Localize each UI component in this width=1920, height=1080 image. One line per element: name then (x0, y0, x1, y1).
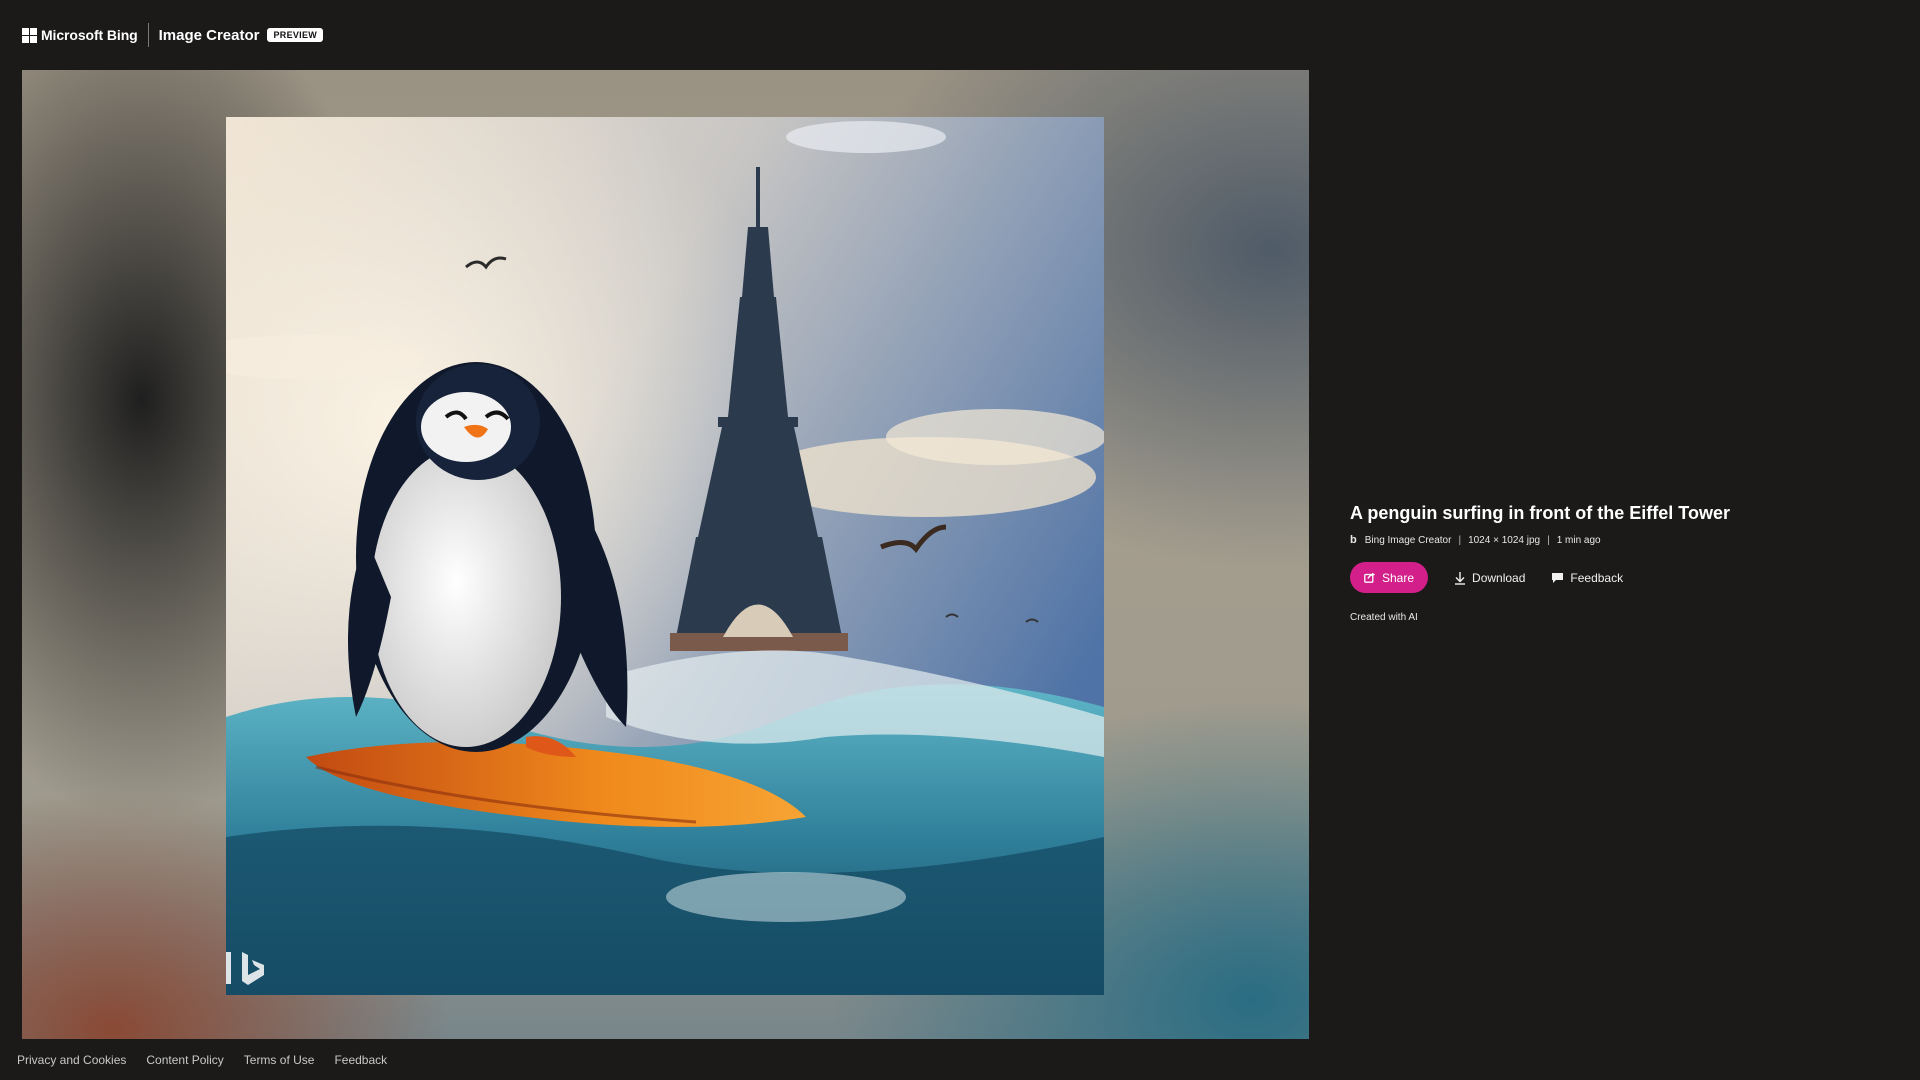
ai-disclosure: Created with AI (1350, 612, 1418, 623)
image-title: A penguin surfing in front of the Eiffel… (1350, 503, 1730, 523)
chat-bubble-icon (1552, 572, 1564, 583)
image-actions: Share Download Feedback (1350, 562, 1890, 593)
download-button[interactable]: Download (1454, 571, 1525, 585)
footer: Privacy and Cookies Content Policy Terms… (0, 1039, 1920, 1080)
generated-image[interactable] (226, 117, 1104, 995)
download-label: Download (1472, 570, 1526, 585)
bing-logo-icon: b (1350, 534, 1357, 546)
footer-link-terms[interactable]: Terms of Use (244, 1053, 315, 1067)
image-viewer (22, 70, 1309, 1039)
footer-link-privacy[interactable]: Privacy and Cookies (17, 1053, 126, 1067)
footer-link-content-policy[interactable]: Content Policy (146, 1053, 223, 1067)
image-source: Bing Image Creator (1364, 534, 1452, 546)
download-icon (1455, 571, 1466, 585)
brand[interactable]: Microsoft Bing Image Creator PREVIEW (22, 23, 324, 47)
brand-divider (147, 23, 149, 47)
share-label: Share (1382, 570, 1415, 585)
image-details: A penguin surfing in front of the Eiffel… (1350, 500, 1890, 623)
product-name: Image Creator (158, 26, 260, 44)
microsoft-logo-icon (22, 27, 37, 43)
image-time: 1 min ago (1556, 534, 1601, 546)
feedback-label: Feedback (1570, 570, 1624, 585)
image-meta: b Bing Image Creator | 1024 × 1024 jpg |… (1350, 534, 1890, 546)
image-dimensions: 1024 × 1024 jpg (1468, 534, 1541, 546)
share-icon (1364, 572, 1375, 583)
meta-separator: | (1458, 534, 1462, 546)
feedback-button[interactable]: Feedback (1551, 571, 1623, 585)
footer-link-feedback[interactable]: Feedback (334, 1053, 387, 1067)
preview-badge: PREVIEW (267, 28, 324, 42)
top-bar: Microsoft Bing Image Creator PREVIEW (0, 0, 1920, 70)
meta-separator: | (1547, 534, 1550, 546)
brand-name: Microsoft Bing (41, 27, 138, 43)
share-button[interactable]: Share (1350, 562, 1429, 593)
